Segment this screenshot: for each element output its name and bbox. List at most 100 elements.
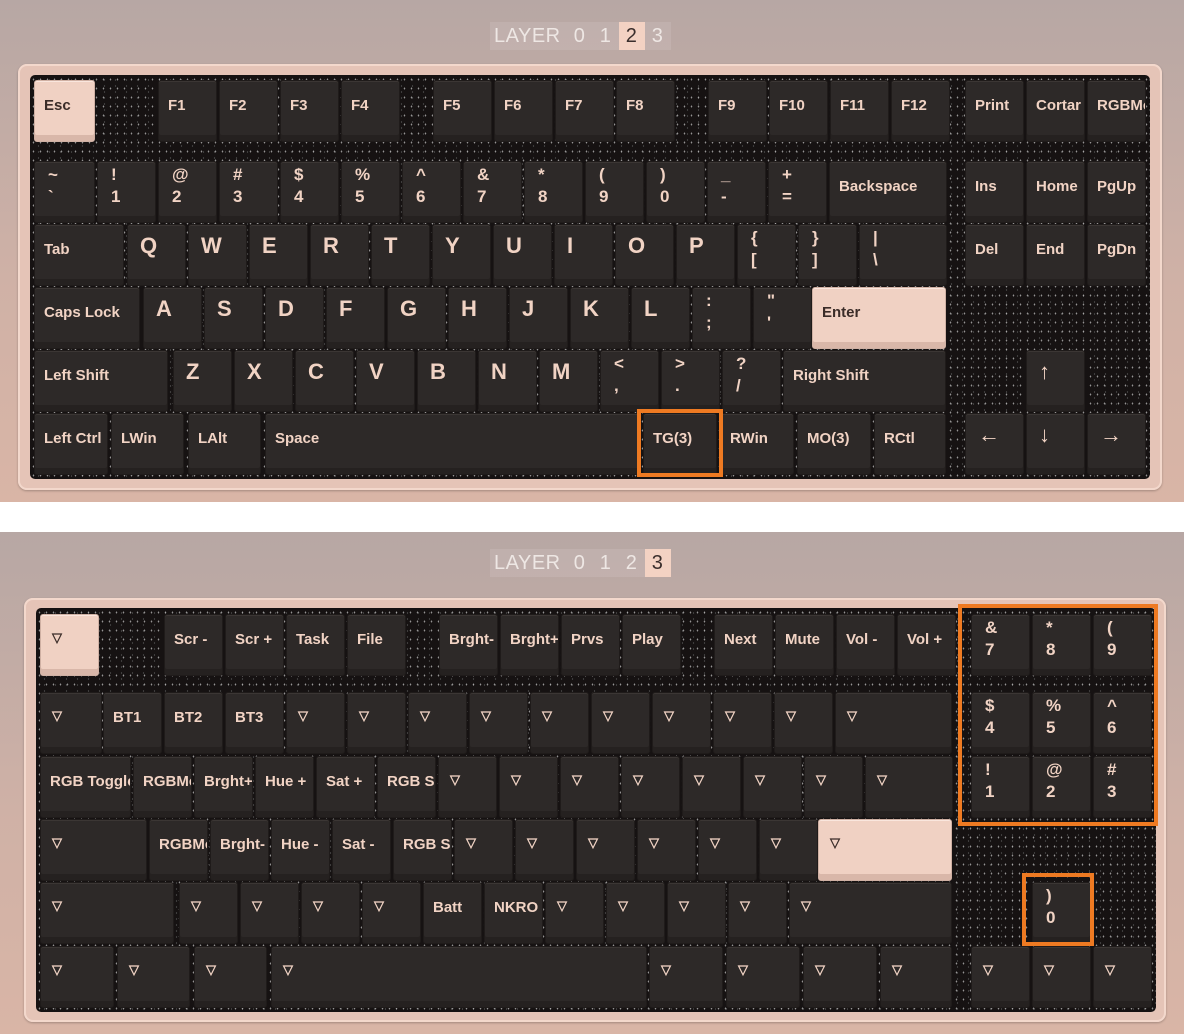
key-pgdn[interactable]: PgDn (1087, 224, 1146, 286)
key-3[interactable]: #3 (219, 161, 278, 223)
key-9[interactable]: (9 (585, 161, 644, 223)
key-transparent[interactable]: ▽ (438, 756, 497, 818)
key-print[interactable]: Print (965, 80, 1024, 142)
key-f5[interactable]: F5 (433, 80, 492, 142)
key-right[interactable]: → (1087, 413, 1146, 475)
key-end[interactable]: End (1026, 224, 1085, 286)
key-l[interactable]: L (631, 287, 690, 349)
key-transparent[interactable]: ▽ (347, 692, 406, 754)
key-transparent[interactable]: ▽ (530, 692, 589, 754)
key-8[interactable]: * 8 (1032, 614, 1091, 676)
key-transparent[interactable]: ▽ (271, 946, 647, 1008)
layer-tab-1[interactable]: 1 (593, 22, 619, 50)
key-next[interactable]: Next (714, 614, 773, 676)
key-transparent[interactable]: ▽ (408, 692, 467, 754)
key-left-shift[interactable]: Left Shift (34, 350, 168, 412)
key-s[interactable]: S (204, 287, 263, 349)
key-transparent[interactable]: ▽ (880, 946, 952, 1008)
key-lwin[interactable]: LWin (111, 413, 184, 475)
key-transparent[interactable]: ▽ (606, 882, 665, 944)
key-transparent[interactable]: ▽ (301, 882, 360, 944)
key-0[interactable]: ) 0 (646, 161, 705, 223)
key-transparent[interactable]: ▽ (1093, 946, 1152, 1008)
key-sat-plus[interactable]: Sat + (316, 756, 375, 818)
key-rgb-si[interactable]: RGB SI (377, 756, 436, 818)
key-rwin[interactable]: RWin (720, 413, 794, 475)
key-rgbmc[interactable]: RGBMc (149, 819, 208, 881)
key-ins[interactable]: Ins (965, 161, 1024, 223)
key-transparent[interactable]: ▽ (240, 882, 299, 944)
key-rctl[interactable]: RCtl (874, 413, 946, 475)
key-transparent[interactable]: ▽ (728, 882, 787, 944)
key-b[interactable]: B (417, 350, 476, 412)
key-transparent[interactable]: ▽ (591, 692, 650, 754)
key-f11[interactable]: F11 (830, 80, 889, 142)
key-9[interactable]: (9 (1093, 614, 1152, 676)
key-hue-plus[interactable]: Hue + (255, 756, 314, 818)
key-transparent[interactable]: ▽ (286, 692, 345, 754)
key-y[interactable]: Y (432, 224, 491, 286)
key-t[interactable]: T (371, 224, 430, 286)
key-transparent[interactable]: ▽ (652, 692, 711, 754)
key-tg-3[interactable]: TG(3) (643, 413, 717, 475)
key-q[interactable]: Q (127, 224, 186, 286)
key-transparent[interactable]: ▽ (682, 756, 741, 818)
key-transparent[interactable]: ▽ (835, 692, 952, 754)
key-left-ctrl[interactable]: Left Ctrl (34, 413, 108, 475)
key-sym[interactable]: _ - (707, 161, 766, 223)
key-vol[interactable]: Vol - (836, 614, 895, 676)
key-transparent[interactable]: ▽ (40, 614, 99, 676)
key-f9[interactable]: F9 (708, 80, 767, 142)
key-z[interactable]: Z (173, 350, 232, 412)
key-e[interactable]: E (249, 224, 308, 286)
key-p[interactable]: P (676, 224, 735, 286)
key-rgbmc[interactable]: RGBMc (1087, 80, 1146, 142)
key-f6[interactable]: F6 (494, 80, 553, 142)
key-transparent[interactable]: ▽ (560, 756, 619, 818)
key-tab[interactable]: Tab (34, 224, 124, 286)
key-nkro[interactable]: NKRO (484, 882, 543, 944)
layer-tab-2[interactable]: 2 (619, 549, 645, 577)
key-5[interactable]: % 5 (1032, 692, 1091, 754)
key-7[interactable]: & 7 (463, 161, 522, 223)
key-j[interactable]: J (509, 287, 568, 349)
key-transparent[interactable]: ▽ (576, 819, 635, 881)
key-sym[interactable]: | \ (859, 224, 947, 286)
key-sym[interactable]: " ' (753, 287, 812, 349)
key-transparent[interactable]: ▽ (454, 819, 513, 881)
key-7[interactable]: & 7 (971, 614, 1030, 676)
key-f2[interactable]: F2 (219, 80, 278, 142)
key-mute[interactable]: Mute (775, 614, 834, 676)
key-transparent[interactable]: ▽ (194, 946, 267, 1008)
key-h[interactable]: H (448, 287, 507, 349)
key-transparent[interactable]: ▽ (971, 946, 1030, 1008)
key-rgb-si[interactable]: RGB SI (393, 819, 452, 881)
key-sym[interactable]: >. (661, 350, 720, 412)
key-4[interactable]: $4 (971, 692, 1030, 754)
layer-tab-3[interactable]: 3 (644, 549, 671, 577)
key-transparent[interactable]: ▽ (818, 819, 952, 881)
key-3[interactable]: #3 (1093, 756, 1152, 818)
key-transparent[interactable]: ▽ (179, 882, 238, 944)
key-transparent[interactable]: ▽ (40, 819, 147, 881)
key-transparent[interactable]: ▽ (667, 882, 726, 944)
key-sym[interactable]: ~ ` (34, 161, 95, 223)
key-f8[interactable]: F8 (616, 80, 675, 142)
key-f12[interactable]: F12 (891, 80, 950, 142)
key-rgb-toggle[interactable]: RGB Toggle (40, 756, 131, 818)
key-bt1[interactable]: BT1 (103, 692, 162, 754)
key-transparent[interactable]: ▽ (40, 946, 114, 1008)
key-f1[interactable]: F1 (158, 80, 217, 142)
key-hue[interactable]: Hue - (271, 819, 330, 881)
key-bt3[interactable]: BT3 (225, 692, 284, 754)
key-w[interactable]: W (188, 224, 247, 286)
key-r[interactable]: R (310, 224, 369, 286)
key-transparent[interactable]: ▽ (1032, 946, 1091, 1008)
key-up[interactable]: ↑ (1026, 350, 1085, 412)
key-lalt[interactable]: LAlt (188, 413, 261, 475)
key-f10[interactable]: F10 (769, 80, 828, 142)
key-n[interactable]: N (478, 350, 537, 412)
key-f[interactable]: F (326, 287, 385, 349)
key-scr[interactable]: Scr - (164, 614, 223, 676)
key-right-shift[interactable]: Right Shift (783, 350, 946, 412)
